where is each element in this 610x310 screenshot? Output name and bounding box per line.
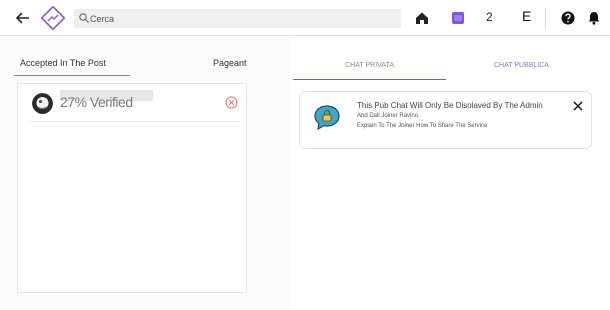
lock-chat-icon [314,105,340,131]
chat-icon[interactable] [449,9,467,27]
notification-count[interactable]: 2 [486,10,493,24]
back-arrow-icon[interactable] [14,9,32,27]
list-item[interactable]: 27% Verified [26,84,240,122]
tab-chat-private[interactable]: CHAT PRIVATA [293,62,446,80]
info-card: This Pub Chat Will Only Be Disolaved By … [299,91,592,149]
members-list: 27% Verified [17,83,247,293]
avatar [32,93,53,114]
card-line-1: This Pub Chat Will Only Be Disolaved By … [357,101,543,110]
card-line-2: And Dall Joiner Ravino. [357,113,420,119]
search-icon [79,13,89,23]
home-icon[interactable] [413,9,431,27]
remove-icon[interactable] [225,96,238,109]
logo-icon[interactable] [41,6,65,30]
divider [545,8,546,28]
card-line-3: Explain To The Joiner How To Share The S… [357,123,488,129]
tab-pageant[interactable]: Pageant [213,58,247,68]
left-panel-area: Accepted In The Post Pageant 27% Verifie… [0,37,290,310]
verified-status: 27% Verified [60,94,133,110]
tab-accepted[interactable]: Accepted In The Post [14,58,130,76]
search-input[interactable] [90,9,395,28]
e-label[interactable]: E [522,8,531,24]
tab-chat-public[interactable]: CHAT PUBBLICA [447,62,596,80]
help-icon[interactable] [559,9,577,27]
top-bar: 2 E [0,0,610,36]
close-icon[interactable] [572,100,584,112]
bell-icon[interactable] [585,9,603,27]
search-bar[interactable] [74,9,401,28]
